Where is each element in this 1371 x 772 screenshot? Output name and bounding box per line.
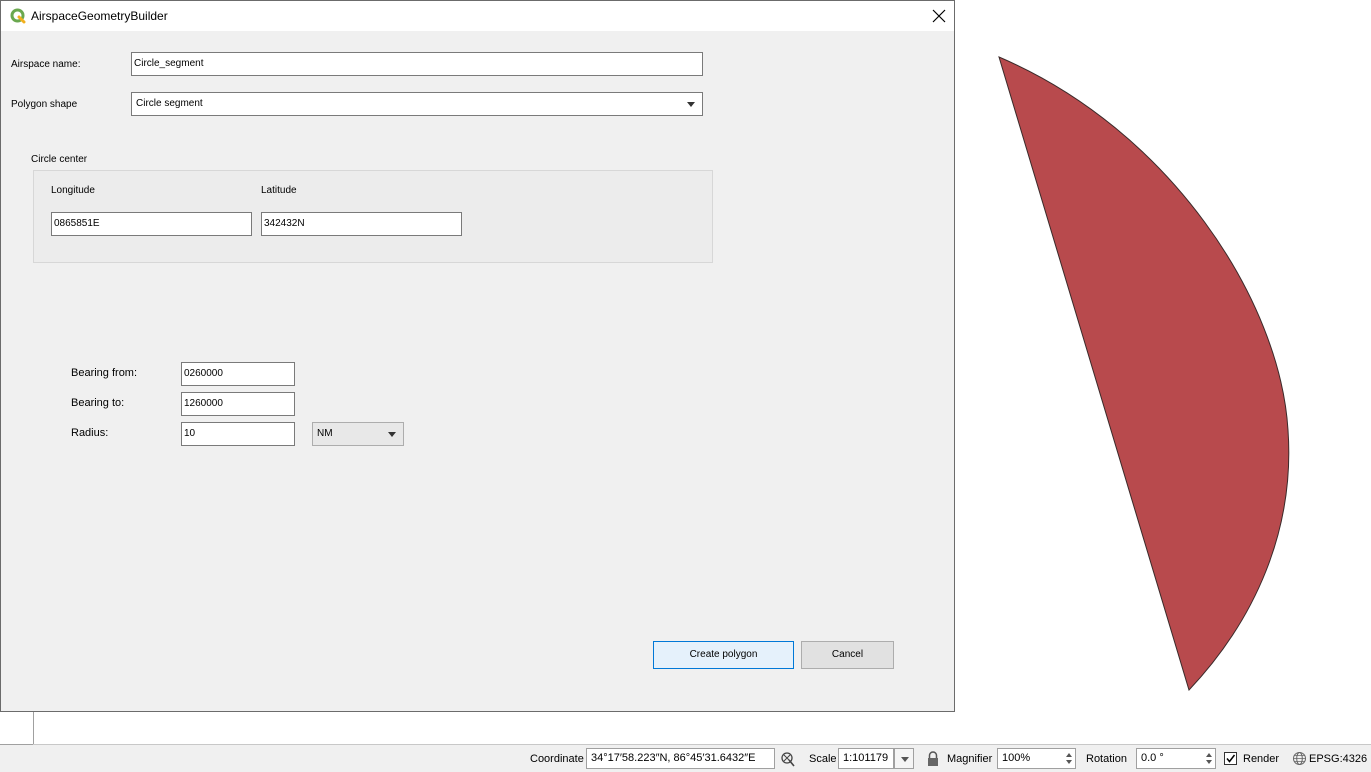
magnifier-value: 100%	[1002, 752, 1031, 764]
airspace-geometry-dialog: AirspaceGeometryBuilder Airspace name: C…	[0, 0, 955, 712]
airspace-name-label: Airspace name:	[11, 59, 81, 70]
radius-unit-select[interactable]: NM	[312, 422, 404, 446]
bearing-to-label: Bearing to:	[71, 397, 125, 409]
coordinate-field[interactable]: 34°17′58.223″N, 86°45′31.6432″E	[586, 748, 775, 769]
close-icon	[932, 9, 946, 23]
magnifier-field[interactable]: 100%	[997, 748, 1076, 769]
dialog-titlebar[interactable]: AirspaceGeometryBuilder	[1, 1, 954, 31]
polygon-shape-value: Circle segment	[136, 98, 203, 109]
chevron-down-icon	[687, 102, 695, 107]
radius-unit-value: NM	[317, 428, 333, 439]
radius-input[interactable]: 10	[181, 422, 295, 446]
scale-dropdown-button[interactable]	[894, 748, 914, 769]
mouse-cursor-toggle-icon[interactable]	[780, 751, 796, 767]
spin-down-icon[interactable]	[1206, 760, 1212, 764]
circle-center-title: Circle center	[31, 154, 88, 165]
checkmark-icon	[1226, 754, 1236, 763]
coordinate-label: Coordinate	[530, 753, 584, 765]
dialog-title: AirspaceGeometryBuilder	[31, 9, 168, 23]
circle-segment-shape	[998, 56, 1290, 691]
longitude-input[interactable]: 0865851E	[51, 212, 252, 236]
rotation-field[interactable]: 0.0 °	[1136, 748, 1216, 769]
scale-field[interactable]: 1:101179	[838, 748, 894, 769]
status-bar: Coordinate 34°17′58.223″N, 86°45′31.6432…	[0, 745, 1371, 772]
cancel-button[interactable]: Cancel	[801, 641, 894, 669]
globe-icon[interactable]	[1292, 751, 1307, 766]
spin-up-icon[interactable]	[1066, 753, 1072, 757]
chevron-down-icon	[901, 757, 909, 762]
close-button[interactable]	[924, 1, 954, 31]
create-polygon-button[interactable]: Create polygon	[653, 641, 794, 669]
lock-icon[interactable]	[926, 751, 940, 767]
airspace-name-input[interactable]: Circle_segment	[131, 52, 703, 76]
polygon-shape-select[interactable]: Circle segment	[131, 92, 703, 116]
scale-label: Scale	[809, 753, 837, 765]
chevron-down-icon	[388, 432, 396, 437]
rotation-value: 0.0 °	[1141, 752, 1164, 764]
crs-label[interactable]: EPSG:4326	[1309, 753, 1367, 765]
latitude-input[interactable]: 342432N	[261, 212, 462, 236]
spin-up-icon[interactable]	[1206, 753, 1212, 757]
radius-label: Radius:	[71, 427, 109, 439]
rotation-label: Rotation	[1086, 753, 1127, 765]
bearing-to-input[interactable]: 1260000	[181, 392, 295, 416]
magnifier-label: Magnifier	[947, 753, 993, 765]
render-label: Render	[1243, 753, 1280, 765]
polygon-shape-label: Polygon shape	[11, 99, 78, 110]
longitude-label: Longitude	[51, 185, 95, 196]
latitude-label: Latitude	[261, 185, 297, 196]
bearing-from-label: Bearing from:	[71, 367, 138, 379]
render-checkbox[interactable]	[1224, 752, 1237, 765]
spin-down-icon[interactable]	[1066, 760, 1072, 764]
bearing-from-input[interactable]: 0260000	[181, 362, 295, 386]
panel-divider	[33, 712, 34, 745]
qgis-logo-icon	[10, 8, 26, 24]
